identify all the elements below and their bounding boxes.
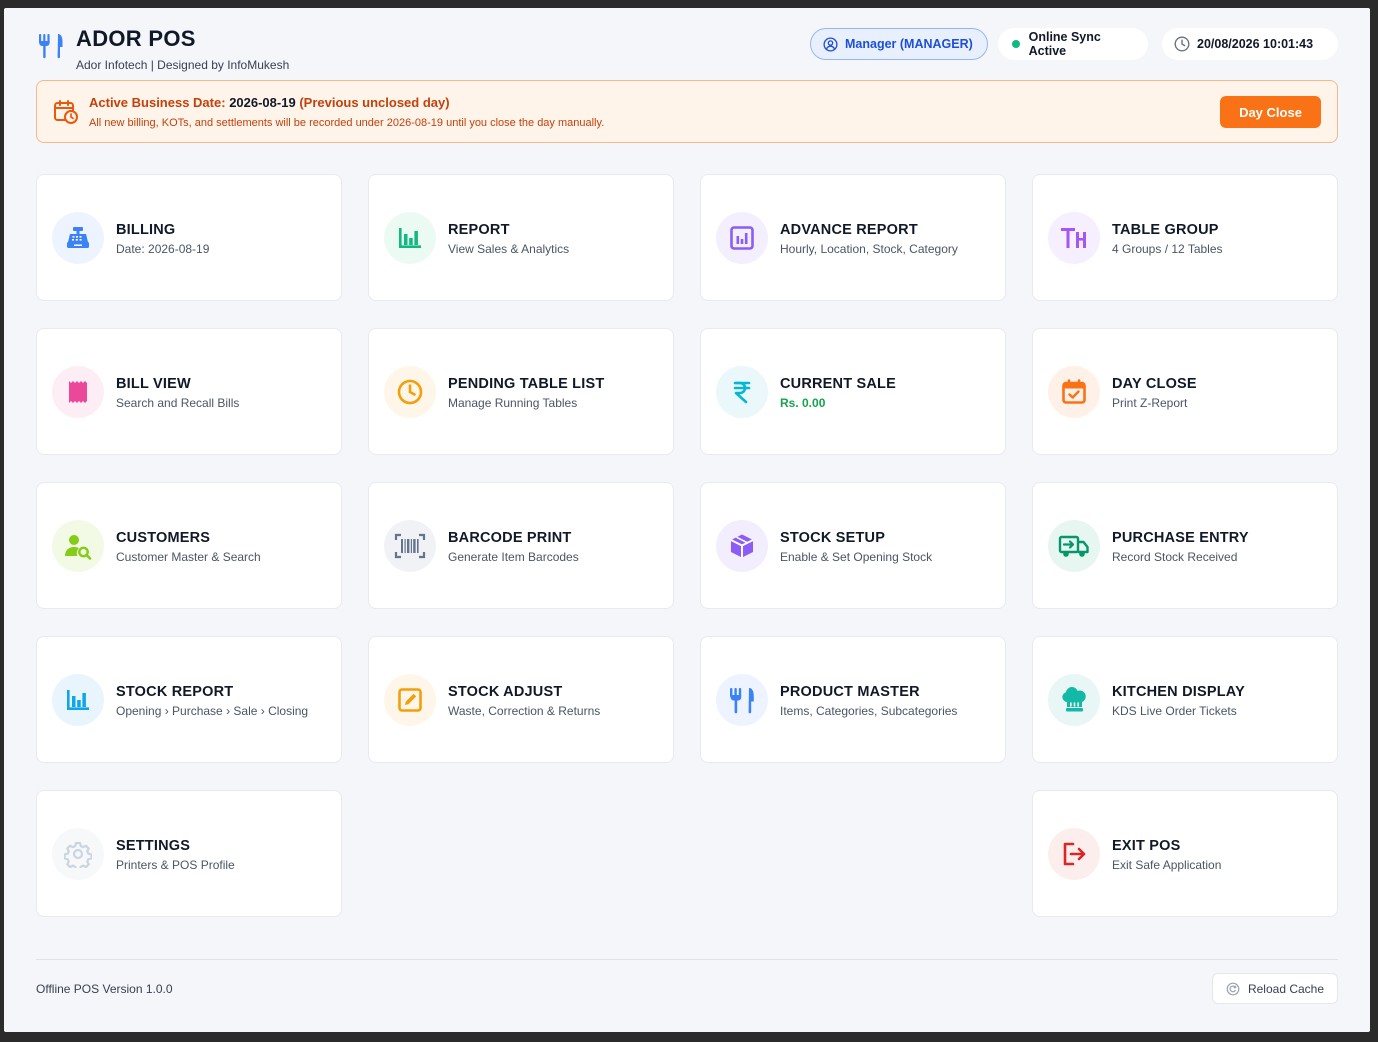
tile-title: SETTINGS (116, 838, 191, 854)
tile-subtitle: Manage Running Tables (448, 396, 578, 410)
tile-subtitle: Print Z-Report (1112, 396, 1188, 410)
truck-icon (1048, 520, 1100, 572)
app-title: ADOR POS (76, 26, 196, 51)
tile-title: BILL VIEW (116, 376, 191, 392)
business-date-banner: Active Business Date: 2026-08-19 (Previo… (36, 80, 1338, 143)
banner-prefix: Active Business Date: (89, 95, 226, 110)
tile-title: EXIT POS (1112, 838, 1181, 854)
calendar-check-icon (1048, 366, 1100, 418)
tile-product-master[interactable]: PRODUCT MASTER Items, Categories, Subcat… (700, 636, 1006, 763)
footer-divider (36, 959, 1338, 960)
tile-title: REPORT (448, 222, 510, 238)
tile-bill-view[interactable]: BILL VIEW Search and Recall Bills (36, 328, 342, 455)
datetime-display: 20/08/2026 10:01:43 (1162, 28, 1338, 60)
tile-subtitle: Hourly, Location, Stock, Category (780, 242, 958, 256)
receipt-icon (52, 366, 104, 418)
tile-title: STOCK REPORT (116, 684, 234, 700)
tile-title: BILLING (116, 222, 176, 238)
user-circle-icon (823, 36, 838, 52)
tile-subtitle: 4 Groups / 12 Tables (1112, 242, 1223, 256)
tile-barcode-print[interactable]: BARCODE PRINT Generate Item Barcodes (368, 482, 674, 609)
tile-title: DAY CLOSE (1112, 376, 1197, 392)
app-subtitle: Ador Infotech | Designed by InfoMukesh (76, 58, 290, 72)
tile-subtitle: KDS Live Order Tickets (1112, 704, 1237, 718)
banner-date: 2026-08-19 (229, 95, 296, 110)
tile-day-close[interactable]: DAY CLOSE Print Z-Report (1032, 328, 1338, 455)
cash-register-icon (52, 212, 104, 264)
tile-title: BARCODE PRINT (448, 530, 572, 546)
exit-icon (1048, 828, 1100, 880)
tile-subtitle: Generate Item Barcodes (448, 550, 579, 564)
tile-subtitle: Search and Recall Bills (116, 396, 240, 410)
tile-subtitle: Record Stock Received (1112, 550, 1238, 564)
sync-label: Online Sync Active (1028, 30, 1101, 58)
tile-customers[interactable]: CUSTOMERS Customer Master & Search (36, 482, 342, 609)
chart-box-icon (716, 212, 768, 264)
tile-advance-report[interactable]: ADVANCE REPORT Hourly, Location, Stock, … (700, 174, 1006, 301)
banner-message: All new billing, KOTs, and settlements w… (89, 117, 605, 129)
tile-subtitle: Enable & Set Opening Stock (780, 550, 933, 564)
tile-title: CURRENT SALE (780, 376, 896, 392)
banner-suffix: (Previous unclosed day) (299, 95, 450, 110)
tile-subtitle: Printers & POS Profile (116, 858, 235, 872)
tile-title: PURCHASE ENTRY (1112, 530, 1249, 546)
tile-title: STOCK ADJUST (448, 684, 563, 700)
table-group-icon (1048, 212, 1100, 264)
tile-subtitle: Opening › Purchase › Sale › Closing (116, 704, 309, 718)
tile-subtitle: Date: 2026-08-19 (116, 242, 210, 256)
header: ADOR POS Ador Infotech | Designed by Inf… (36, 24, 1338, 80)
tile-subtitle: Customer Master & Search (116, 550, 261, 564)
clock-icon (384, 366, 436, 418)
tile-report[interactable]: REPORT View Sales & Analytics (368, 174, 674, 301)
tile-title: KITCHEN DISPLAY (1112, 684, 1245, 700)
sync-status: Online Sync Active (998, 28, 1148, 60)
bar-chart-icon (52, 674, 104, 726)
tile-subtitle: Exit Safe Application (1112, 858, 1222, 872)
tile-subtitle: Items, Categories, Subcategories (780, 704, 958, 718)
tile-exit-pos[interactable]: EXIT POS Exit Safe Application (1032, 790, 1338, 917)
tile-stock-setup[interactable]: STOCK SETUP Enable & Set Opening Stock (700, 482, 1006, 609)
tile-subtitle: View Sales & Analytics (448, 242, 570, 256)
tile-table-group[interactable]: TABLE GROUP 4 Groups / 12 Tables (1032, 174, 1338, 301)
utensils-icon (39, 34, 63, 59)
user-badge[interactable]: Manager (MANAGER) (810, 28, 988, 60)
version-label: Offline POS Version 1.0.0 (36, 982, 173, 996)
reload-cache-button[interactable]: Reload Cache (1212, 973, 1338, 1004)
banner-title: Active Business Date: 2026-08-19 (Previo… (89, 95, 450, 110)
tile-title: PENDING TABLE LIST (448, 376, 605, 392)
calendar-clock-icon (54, 100, 78, 124)
reload-cache-label: Reload Cache (1247, 981, 1325, 996)
utensils-icon (716, 674, 768, 726)
tile-stock-report[interactable]: STOCK REPORT Opening › Purchase › Sale ›… (36, 636, 342, 763)
user-search-icon (52, 520, 104, 572)
tile-title: CUSTOMERS (116, 530, 211, 546)
tile-settings[interactable]: SETTINGS Printers & POS Profile (36, 790, 342, 917)
box-icon (716, 520, 768, 572)
bar-chart-icon (384, 212, 436, 264)
tile-subtitle: Rs. 0.00 (780, 396, 826, 410)
tile-pending-table-list[interactable]: PENDING TABLE LIST Manage Running Tables (368, 328, 674, 455)
datetime-label: 20/08/2026 10:01:43 (1197, 37, 1314, 51)
gear-icon (52, 828, 104, 880)
tile-title: ADVANCE REPORT (780, 222, 918, 238)
day-close-button[interactable]: Day Close (1220, 96, 1321, 128)
refresh-icon (1226, 982, 1240, 995)
edit-square-icon (384, 674, 436, 726)
rupee-icon (716, 366, 768, 418)
tile-subtitle: Waste, Correction & Returns (448, 704, 601, 718)
status-dot-icon (1012, 40, 1020, 48)
chef-hat-icon (1048, 674, 1100, 726)
tile-billing[interactable]: BILLING Date: 2026-08-19 (36, 174, 342, 301)
app-window: ADOR POS Ador Infotech | Designed by Inf… (4, 8, 1370, 1032)
tile-title: TABLE GROUP (1112, 222, 1219, 238)
tile-purchase-entry[interactable]: PURCHASE ENTRY Record Stock Received (1032, 482, 1338, 609)
user-label: Manager (MANAGER) (845, 37, 973, 51)
tile-current-sale[interactable]: CURRENT SALE Rs. 0.00 (700, 328, 1006, 455)
tile-title: STOCK SETUP (780, 530, 886, 546)
clock-icon (1174, 36, 1190, 52)
tile-stock-adjust[interactable]: STOCK ADJUST Waste, Correction & Returns (368, 636, 674, 763)
tile-title: PRODUCT MASTER (780, 684, 920, 700)
barcode-icon (384, 520, 436, 572)
tile-kitchen-display[interactable]: KITCHEN DISPLAY KDS Live Order Tickets (1032, 636, 1338, 763)
